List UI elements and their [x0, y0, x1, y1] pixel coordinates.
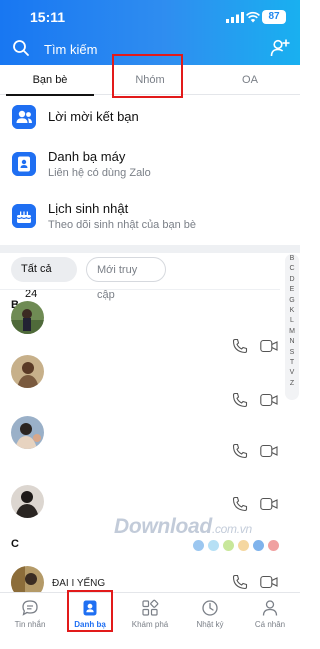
avatar[interactable]	[11, 355, 44, 388]
alphabet-letter[interactable]: S	[285, 348, 299, 358]
watermark-dot	[238, 540, 249, 551]
section-divider	[0, 245, 300, 253]
chat-bubble-icon	[22, 600, 38, 616]
watermark: Download.com.vn	[114, 515, 252, 539]
birthday-cake-icon	[12, 204, 36, 228]
alphabet-letter[interactable]: C	[285, 264, 299, 274]
alphabet-letter[interactable]: M	[285, 327, 299, 337]
nav-profile[interactable]: Cá nhân	[240, 593, 300, 649]
alphabet-letter[interactable]: T	[285, 358, 299, 368]
phone-call-icon[interactable]	[232, 496, 248, 512]
status-time: 15:11	[30, 9, 66, 25]
cellular-signal-icon	[226, 12, 244, 23]
watermark-dot	[193, 540, 204, 551]
highlight-box-contacts-nav	[67, 590, 113, 632]
avatar[interactable]	[11, 301, 44, 334]
birthdays-title: Lịch sinh nhật	[48, 201, 129, 216]
person-icon	[262, 600, 278, 616]
search-input[interactable]: Tìm kiếm	[44, 42, 97, 57]
tab-friends[interactable]: Bạn bè	[0, 65, 100, 96]
nav-timeline[interactable]: Nhật ký	[180, 593, 240, 649]
contact-row[interactable]	[0, 290, 300, 354]
alphabet-letter[interactable]: B	[285, 254, 299, 264]
filter-all-chip[interactable]: Tất cả 24	[11, 257, 77, 300]
video-call-icon[interactable]	[260, 575, 278, 589]
tab-oa[interactable]: OA	[200, 65, 300, 95]
video-call-icon[interactable]	[260, 497, 278, 511]
nav-discover[interactable]: Khám phá	[120, 593, 180, 649]
nav-messages[interactable]: Tin nhắn	[0, 593, 60, 649]
alphabet-letter[interactable]: K	[285, 306, 299, 316]
alphabet-letter[interactable]: V	[285, 368, 299, 378]
alphabet-letter[interactable]: G	[285, 296, 299, 306]
nav-discover-label: Khám phá	[131, 620, 169, 629]
highlight-box-groups-tab	[112, 54, 183, 98]
add-friend-icon[interactable]	[270, 39, 290, 57]
alphabet-index[interactable]: B C D E G K L M N S T V Z	[285, 254, 299, 400]
watermark-brand: Download	[114, 515, 212, 538]
nav-timeline-label: Nhật ký	[196, 620, 224, 629]
birthdays-row[interactable]: Lịch sinh nhật Theo dõi sinh nhật của bạ…	[0, 196, 300, 242]
phonebook-title: Danh bạ máy	[48, 149, 126, 164]
watermark-dot	[208, 540, 219, 551]
friend-requests-row[interactable]: Lời mời kết bạn	[0, 96, 300, 142]
filter-recent-chip[interactable]: Mới truy cập	[86, 257, 166, 301]
battery-indicator: 87	[262, 10, 286, 24]
nav-messages-label: Tin nhắn	[14, 620, 46, 629]
friend-requests-title: Lời mời kết bạn	[48, 109, 139, 124]
alphabet-letter[interactable]: N	[285, 337, 299, 347]
alphabet-letter[interactable]: Z	[285, 379, 299, 389]
alphabet-letter[interactable]: E	[285, 285, 299, 295]
contact-row[interactable]	[0, 344, 300, 408]
nav-profile-label: Cá nhân	[254, 620, 286, 629]
wifi-icon	[246, 11, 260, 23]
friend-request-icon	[12, 105, 36, 129]
phonebook-subtitle: Liên hệ có dùng Zalo	[48, 167, 151, 179]
avatar[interactable]	[11, 485, 44, 518]
contact-row[interactable]	[0, 398, 300, 459]
status-bar: 15:11 87	[0, 0, 300, 34]
alphabet-letter[interactable]: D	[285, 275, 299, 285]
alphabet-letter[interactable]: L	[285, 316, 299, 326]
contact-row[interactable]: ĐAI I YẾNG	[0, 556, 300, 592]
phonebook-icon	[12, 152, 36, 176]
bottom-nav: Tin nhắn Danh bạ Khám phá Nhật ký Cá nhâ…	[0, 592, 300, 649]
avatar[interactable]	[11, 416, 44, 449]
section-header-c: C	[11, 538, 19, 550]
watermark-dot	[223, 540, 234, 551]
phone-call-icon[interactable]	[232, 574, 248, 590]
contact-name: ĐAI I YẾNG	[52, 578, 106, 589]
watermark-dot	[253, 540, 264, 551]
avatar[interactable]	[11, 566, 44, 592]
grid-icon	[142, 599, 159, 616]
birthdays-subtitle: Theo dõi sinh nhật của bạn bè	[48, 219, 197, 231]
phonebook-row[interactable]: Danh bạ máy Liên hệ có dùng Zalo	[0, 143, 300, 189]
watermark-dot	[268, 540, 279, 551]
contact-row[interactable]	[0, 452, 300, 518]
search-icon[interactable]	[12, 39, 30, 57]
watermark-suffix: .com.vn	[211, 522, 252, 536]
filter-all-label: Tất cả	[21, 263, 52, 275]
clock-icon	[202, 600, 218, 616]
